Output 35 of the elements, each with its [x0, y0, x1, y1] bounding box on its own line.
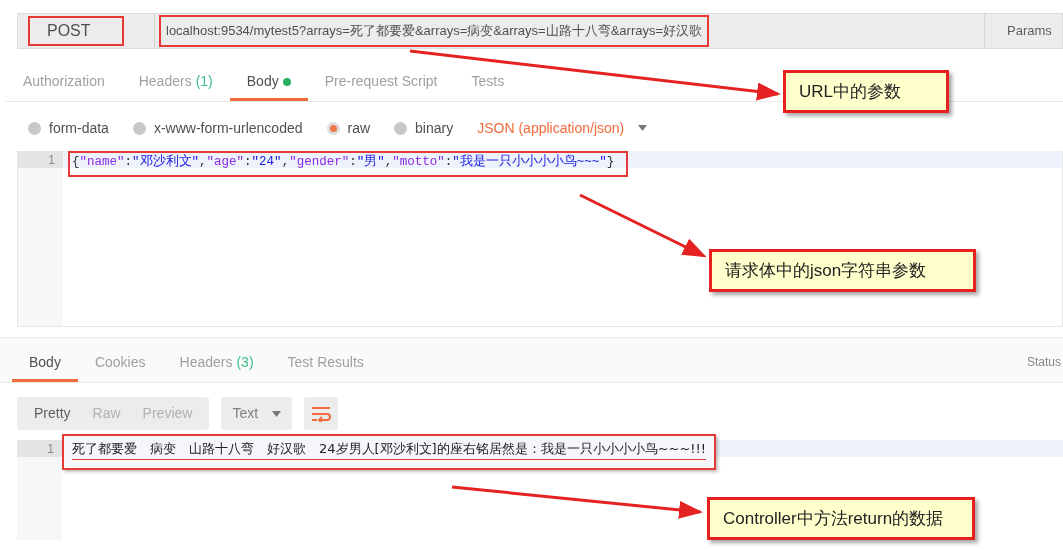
radio-label: x-www-form-urlencoded: [153, 118, 303, 138]
caret-icon: [638, 125, 648, 131]
callout-note: URL中的参数: [783, 70, 949, 113]
radio-button[interactable]: [394, 121, 408, 135]
radio-button[interactable]: [326, 121, 340, 135]
tab[interactable]: Authorization: [6, 65, 122, 101]
view-mode-tab[interactable]: Raw: [81, 397, 132, 430]
radio-button[interactable]: [132, 121, 146, 135]
radio-label: form-data: [49, 118, 109, 138]
wrap-icon: [311, 405, 332, 422]
radio-label: raw: [347, 118, 371, 138]
radio-button[interactable]: [28, 121, 41, 135]
tab[interactable]: Test Results: [270, 346, 381, 382]
tab[interactable]: Body: [229, 65, 308, 101]
tab[interactable]: Headers (1): [121, 65, 230, 101]
callout-note: 请求体中的json字符串参数: [709, 249, 976, 292]
tab[interactable]: Tests: [454, 65, 522, 101]
view-mode-tab[interactable]: Pretty: [23, 397, 82, 430]
url-field[interactable]: localhost:9534/mytest5?arrays=死了都要爱&arrays=病变&arrays=山路十八弯&arrays=好汉歌: [159, 15, 710, 47]
callout-note: Controller中方法return的数据: [707, 497, 975, 540]
radio-label: binary: [415, 118, 454, 138]
line-number: 1: [18, 151, 63, 168]
content-type-dropdown[interactable]: JSON (application/json): [477, 117, 648, 139]
wrap-button[interactable]: [304, 397, 339, 430]
line-number: 1: [17, 440, 62, 457]
status-label: Status: [1026, 354, 1062, 371]
params-button[interactable]: Params: [984, 14, 1062, 48]
tab[interactable]: Cookies: [77, 346, 163, 382]
tab[interactable]: Body: [12, 346, 78, 382]
tab[interactable]: Pre-request Script: [307, 65, 455, 101]
tab[interactable]: Headers (3): [162, 346, 271, 382]
caret-icon: [272, 410, 282, 417]
method-dropdown[interactable]: POST: [28, 16, 124, 46]
format-dropdown[interactable]: Text: [221, 397, 293, 430]
view-mode-tab[interactable]: Preview: [131, 397, 204, 430]
